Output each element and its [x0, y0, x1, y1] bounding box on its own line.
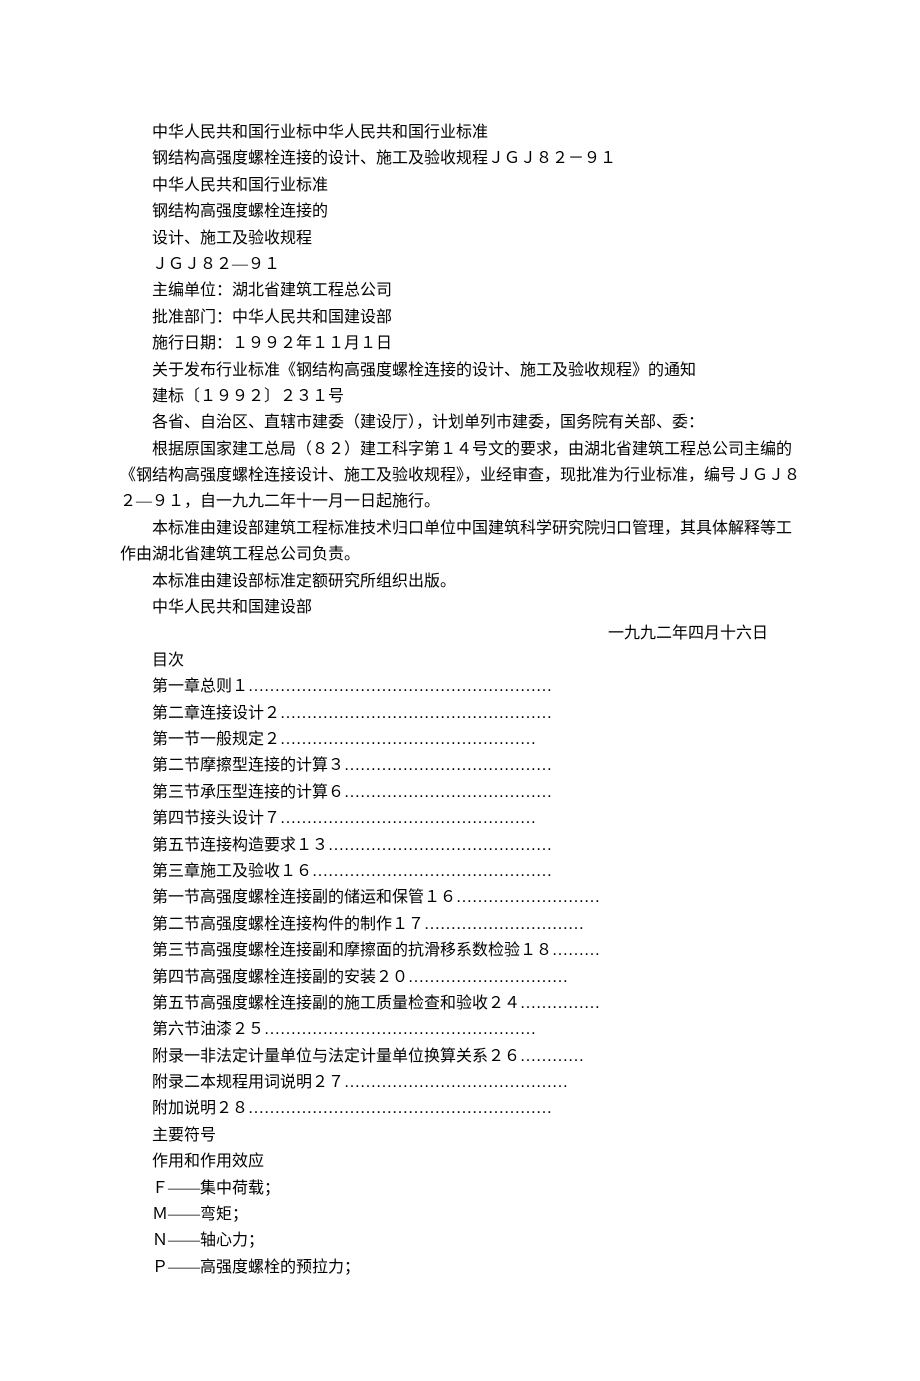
recipients: 各省、自治区、直辖市建委（建设厅），计划单列市建委，国务院有关部、委： — [120, 410, 800, 436]
toc-entry: 附录一非法定计量单位与法定计量单位换算关系２６………… — [120, 1044, 800, 1070]
toc-entry: 第五节连接构造要求１３…………………………………… — [120, 833, 800, 859]
toc-entry: 第一节高强度螺栓连接副的储运和保管１６……………………… — [120, 885, 800, 911]
editor-unit: 主编单位：湖北省建筑工程总公司 — [120, 278, 800, 304]
subject-line-1: 钢结构高强度螺栓连接的 — [120, 199, 800, 225]
toc-entry: 附加说明２８………………………………………………… — [120, 1096, 800, 1122]
toc-heading: 目次 — [120, 648, 800, 674]
issuer: 中华人民共和国建设部 — [120, 595, 800, 621]
notice-title: 关于发布行业标准《钢结构高强度螺栓连接的设计、施工及验收规程》的通知 — [120, 358, 800, 384]
toc-entry: 附录二本规程用词说明２７…………………………………… — [120, 1070, 800, 1096]
toc-entry: 第三节高强度螺栓连接副和摩擦面的抗滑移系数检验１８……… — [120, 938, 800, 964]
title-line-2: 钢结构高强度螺栓连接的设计、施工及验收规程ＪＧＪ８２－９１ — [120, 146, 800, 172]
toc-entry: 第五节高强度螺栓连接副的施工质量检查和验收２４…………… — [120, 991, 800, 1017]
subject-line-2: 设计、施工及验收规程 — [120, 226, 800, 252]
notice-number: 建标〔１９９２〕２３１号 — [120, 384, 800, 410]
title-line-1: 中华人民共和国行业标中华人民共和国行业标准 — [120, 120, 800, 146]
symbol-f: Ｆ——集中荷载； — [120, 1176, 800, 1202]
symbol-m: Ｍ——弯矩； — [120, 1202, 800, 1228]
toc-entry: 第四节接头设计７………………………………………… — [120, 806, 800, 832]
symbols-heading: 主要符号 — [120, 1123, 800, 1149]
symbol-p: Ｐ——高强度螺栓的预拉力； — [120, 1255, 800, 1281]
effective-date: 施行日期：１９９２年１１月１日 — [120, 331, 800, 357]
approval-dept: 批准部门：中华人民共和国建设部 — [120, 305, 800, 331]
toc-entry: 第三章施工及验收１６……………………………………… — [120, 859, 800, 885]
toc-entry: 第二章连接设计２…………………………………………… — [120, 701, 800, 727]
toc-entry: 第二节摩擦型连接的计算３………………………………… — [120, 753, 800, 779]
table-of-contents: 第一章总则１…………………………………………………第二章连接设计２…………………… — [120, 674, 800, 1123]
toc-entry: 第四节高强度螺栓连接副的安装２０………………………… — [120, 965, 800, 991]
toc-entry: 第六节油漆２５…………………………………………… — [120, 1017, 800, 1043]
symbols-subheading: 作用和作用效应 — [120, 1149, 800, 1175]
toc-entry: 第一章总则１………………………………………………… — [120, 674, 800, 700]
notice-body-1: 根据原国家建工总局（８２）建工科字第１４号文的要求，由湖北省建筑工程总公司主编的… — [120, 437, 800, 516]
notice-body-3: 本标准由建设部标准定额研究所组织出版。 — [120, 569, 800, 595]
toc-entry: 第二节高强度螺栓连接构件的制作１７………………………… — [120, 912, 800, 938]
notice-body-2: 本标准由建设部建筑工程标准技术归口单位中国建筑科学研究院归口管理，其具体解释等工… — [120, 516, 800, 569]
standard-name: 中华人民共和国行业标准 — [120, 173, 800, 199]
toc-entry: 第三节承压型连接的计算６………………………………… — [120, 780, 800, 806]
standard-code: ＪＧＪ８２—９１ — [120, 252, 800, 278]
symbol-n: Ｎ——轴心力； — [120, 1228, 800, 1254]
issue-date: 一九九二年四月十六日 — [120, 621, 800, 647]
toc-entry: 第一节一般规定２………………………………………… — [120, 727, 800, 753]
